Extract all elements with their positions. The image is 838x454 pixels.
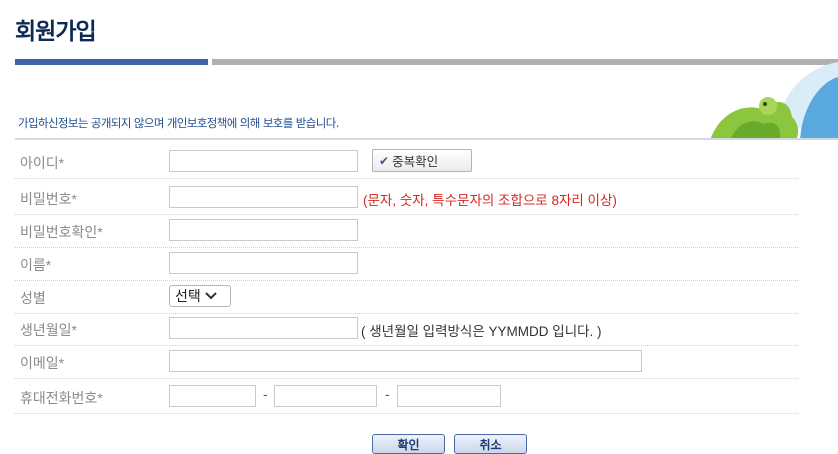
- duplicate-check-button[interactable]: ✔ 중복확인: [372, 149, 472, 172]
- password-row: 비밀번호* (문자, 숫자, 특수문자의 조합으로 8자리 이상): [15, 183, 798, 215]
- duplicate-check-label: 중복확인: [392, 154, 439, 169]
- password-label: 비밀번호*: [20, 191, 77, 207]
- birth-label: 생년월일*: [20, 322, 77, 338]
- birth-hint: ( 생년월일 입력방식은 YYMMDD 입니다. ): [361, 324, 602, 339]
- confirm-button[interactable]: 확인: [372, 434, 445, 454]
- id-label: 아이디*: [20, 155, 65, 171]
- password-confirm-input[interactable]: [169, 219, 358, 241]
- email-input[interactable]: [169, 350, 642, 372]
- title-accent-bar: [15, 59, 208, 65]
- check-icon: ✔: [379, 153, 390, 168]
- password-confirm-label: 비밀번호확인*: [20, 224, 103, 240]
- gender-label: 성별: [20, 290, 46, 306]
- mascot-illustration: [690, 62, 838, 140]
- phone-part3-input[interactable]: [397, 385, 501, 407]
- phone-separator: -: [263, 388, 268, 403]
- password-hint: (문자, 숫자, 특수문자의 조합으로 8자리 이상): [363, 193, 617, 208]
- gender-selected-value: 선택: [175, 289, 201, 305]
- id-row: 아이디* ✔ 중복확인: [15, 147, 798, 179]
- birth-row: 생년월일* ( 생년월일 입력방식은 YYMMDD 입니다. ): [15, 314, 798, 346]
- banner-divider: [15, 138, 838, 140]
- phone-part2-input[interactable]: [274, 385, 377, 407]
- email-row: 이메일*: [15, 347, 798, 379]
- name-input[interactable]: [169, 252, 358, 274]
- name-row: 이름*: [15, 249, 798, 281]
- id-input[interactable]: [169, 150, 358, 172]
- name-label: 이름*: [20, 257, 52, 273]
- phone-row: 휴대전화번호* - -: [15, 382, 798, 414]
- gender-select[interactable]: 선택: [169, 285, 231, 307]
- phone-part1-input[interactable]: [169, 385, 256, 407]
- password-input[interactable]: [169, 186, 358, 208]
- chevron-down-icon: [205, 292, 217, 300]
- birth-input[interactable]: [169, 317, 358, 339]
- phone-label: 휴대전화번호*: [20, 390, 103, 406]
- gender-row: 성별 선택: [15, 282, 798, 314]
- privacy-notice: 가입하신정보는 공개되지 않으며 개인보호정책에 의해 보호를 받습니다.: [18, 116, 339, 130]
- page-title: 회원가입: [15, 19, 97, 45]
- cancel-button[interactable]: 취소: [454, 434, 527, 454]
- email-label: 이메일*: [20, 355, 65, 371]
- password-confirm-row: 비밀번호확인*: [15, 216, 798, 248]
- phone-separator: -: [385, 388, 390, 403]
